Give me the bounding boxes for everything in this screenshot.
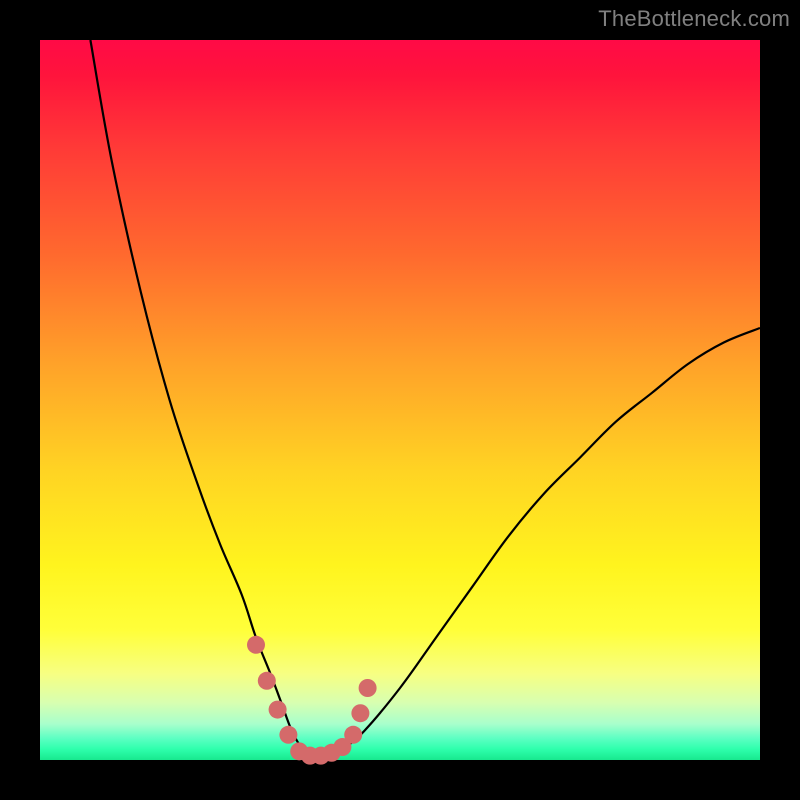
watermark: TheBottleneck.com xyxy=(598,6,790,32)
marker-dot xyxy=(258,672,276,690)
marker-dot xyxy=(351,704,369,722)
marker-dot xyxy=(279,726,297,744)
chart-svg xyxy=(40,40,760,760)
marker-dot xyxy=(247,636,265,654)
marker-dot xyxy=(344,726,362,744)
marker-dot xyxy=(269,701,287,719)
plot-area xyxy=(40,40,760,760)
marker-dot xyxy=(359,679,377,697)
marker-group xyxy=(247,636,377,765)
curve-line xyxy=(90,40,760,757)
